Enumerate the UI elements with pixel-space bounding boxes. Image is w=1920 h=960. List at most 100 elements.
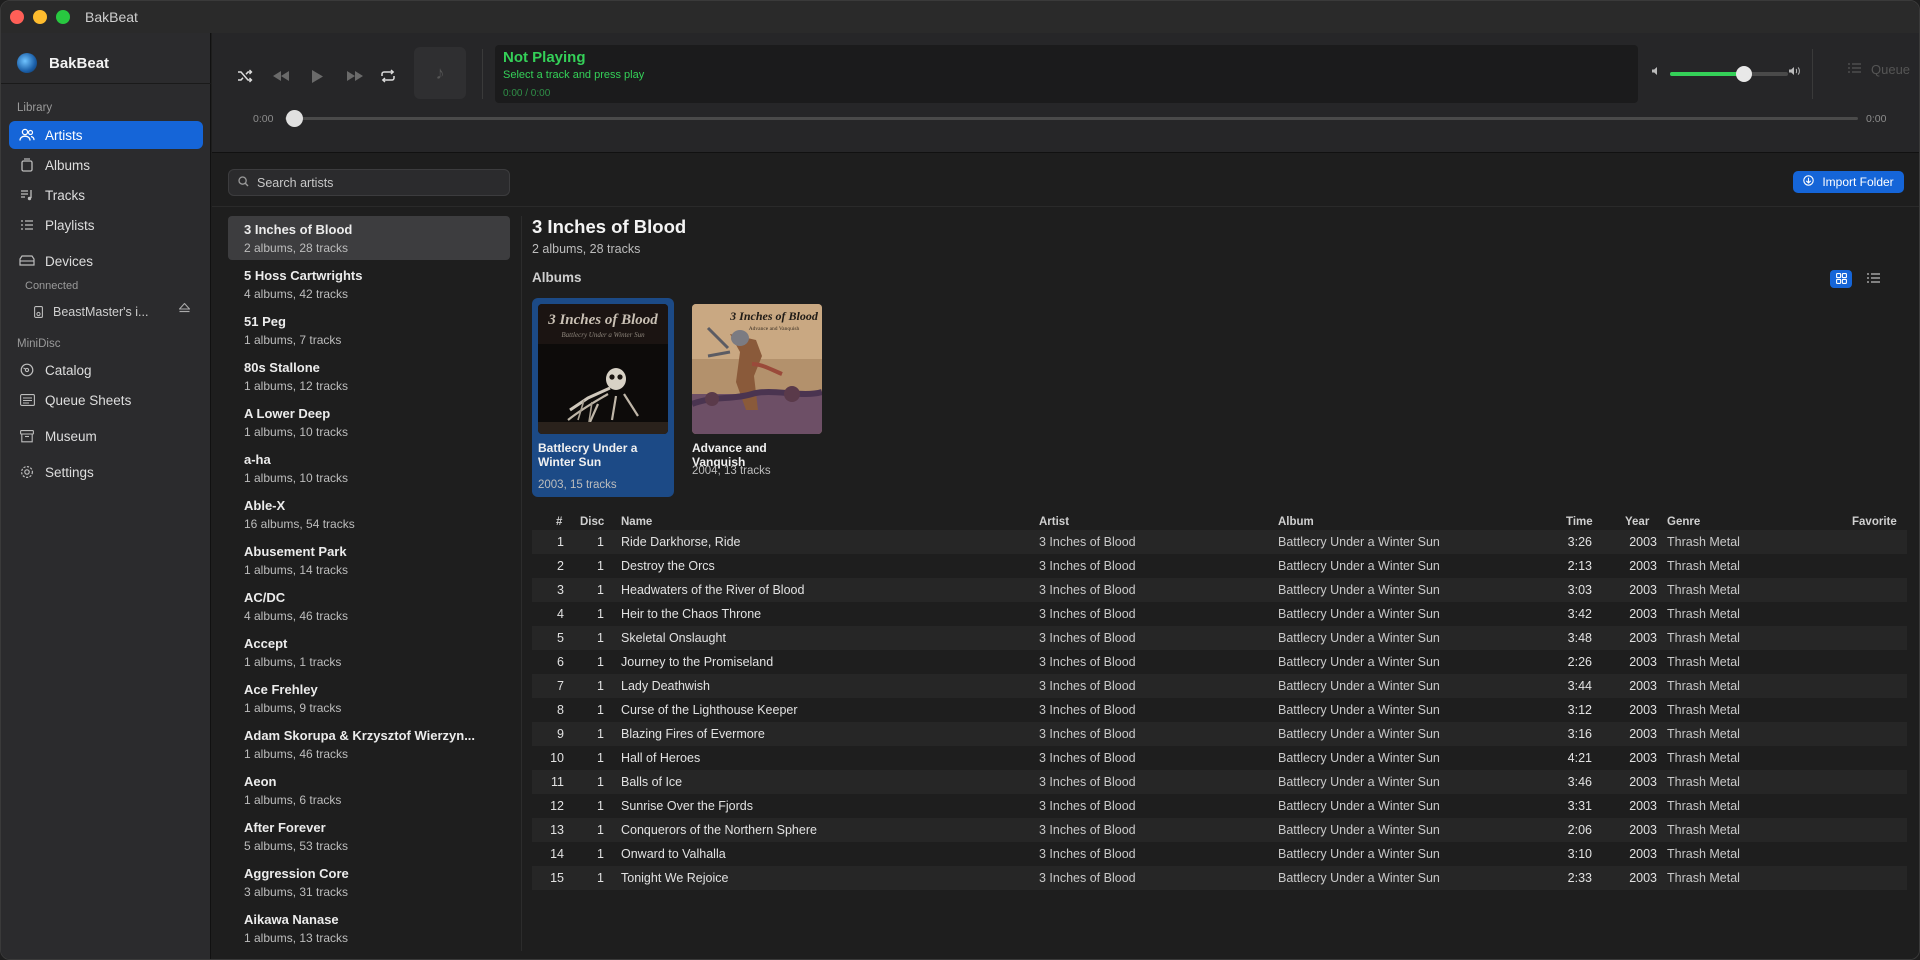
sidebar-item-tracks[interactable]: Tracks xyxy=(9,181,203,209)
sidebar-item-queue-sheets[interactable]: Queue Sheets xyxy=(9,386,203,414)
artist-row[interactable]: A Lower Deep 1 albums, 10 tracks xyxy=(228,400,510,444)
artist-row[interactable]: 3 Inches of Blood 2 albums, 28 tracks xyxy=(228,216,510,260)
play-button[interactable] xyxy=(304,63,330,89)
column-header-number[interactable]: # xyxy=(556,516,562,528)
seek-bar[interactable] xyxy=(285,117,1858,120)
track-year: 2003 xyxy=(1629,535,1657,549)
track-genre: Thrash Metal xyxy=(1667,871,1740,885)
artist-row[interactable]: Aggression Core 3 albums, 31 tracks xyxy=(228,860,510,904)
artist-row[interactable]: a-ha 1 albums, 10 tracks xyxy=(228,446,510,490)
player-divider xyxy=(482,49,483,99)
track-year: 2003 xyxy=(1629,703,1657,717)
table-row[interactable]: 12 1 Sunrise Over the Fjords 3 Inches of Bl… xyxy=(532,794,1907,818)
minimize-window-button[interactable] xyxy=(33,10,47,24)
pane-divider[interactable] xyxy=(521,216,522,951)
eject-icon[interactable] xyxy=(178,302,191,316)
connected-device[interactable]: BeastMaster's i... xyxy=(33,302,193,322)
table-row[interactable]: 1 1 Ride Darkhorse, Ride 3 Inches of Blood B… xyxy=(532,530,1907,554)
sidebar-item-albums[interactable]: Albums xyxy=(9,151,203,179)
track-name: Heir to the Chaos Throne xyxy=(621,607,762,621)
artist-row[interactable]: Accept 1 albums, 1 tracks xyxy=(228,630,510,674)
track-album: Battlecry Under a Winter Sun xyxy=(1278,823,1440,837)
app-logo-icon xyxy=(17,53,37,73)
artist-row[interactable]: Adam Skorupa & Krzysztof Wierzyn... 1 alb… xyxy=(228,722,510,766)
artist-row[interactable]: Ace Frehley 1 albums, 9 tracks xyxy=(228,676,510,720)
artist-name: Aeon xyxy=(244,774,277,789)
search-field[interactable] xyxy=(228,169,510,196)
search-icon xyxy=(238,175,249,190)
artist-row[interactable]: Aikawa Nanase 1 albums, 13 tracks xyxy=(228,906,510,950)
table-row[interactable]: 6 1 Journey to the Promiseland 3 Inches of … xyxy=(532,650,1907,674)
track-artist: 3 Inches of Blood xyxy=(1039,751,1136,765)
track-disc: 1 xyxy=(597,871,604,885)
column-header-album[interactable]: Album xyxy=(1278,516,1314,528)
queue-button[interactable]: Queue xyxy=(1828,45,1919,93)
column-header-genre[interactable]: Genre xyxy=(1667,516,1700,528)
table-row[interactable]: 10 1 Hall of Heroes 3 Inches of Blood Battle… xyxy=(532,746,1907,770)
seek-knob[interactable] xyxy=(286,110,303,127)
volume-slider[interactable] xyxy=(1670,72,1788,76)
column-header-time[interactable]: Time xyxy=(1566,516,1593,528)
artist-name: Accept xyxy=(244,636,288,651)
import-folder-label: Import Folder xyxy=(1822,175,1894,189)
close-window-button[interactable] xyxy=(10,10,24,24)
column-header-disc[interactable]: Disc xyxy=(580,516,604,528)
column-header-favorite[interactable]: Favorite xyxy=(1852,516,1897,528)
table-row[interactable]: 5 1 Skeletal Onslaught 3 Inches of Blood Bat… xyxy=(532,626,1907,650)
table-row[interactable]: 2 1 Destroy the Orcs 3 Inches of Blood Battl… xyxy=(532,554,1907,578)
sidebar-item-catalog[interactable]: Catalog xyxy=(9,356,203,384)
track-genre: Thrash Metal xyxy=(1667,679,1740,693)
table-row[interactable]: 15 1 Tonight We Rejoice 3 Inches of Blood Ba… xyxy=(532,866,1907,890)
track-name: Hall of Heroes xyxy=(621,751,701,765)
artist-row[interactable]: Able-X 16 albums, 54 tracks xyxy=(228,492,510,536)
sidebar-item-artists[interactable]: Artists xyxy=(9,121,203,149)
album-card[interactable]: 3 Inches of Blood Battlecry Under a Wint… xyxy=(532,298,674,497)
artist-row[interactable]: 51 Peg 1 albums, 7 tracks xyxy=(228,308,510,352)
import-folder-button[interactable]: Import Folder xyxy=(1793,171,1904,193)
track-artist: 3 Inches of Blood xyxy=(1039,535,1136,549)
shuffle-button[interactable] xyxy=(232,63,258,89)
table-row[interactable]: 9 1 Blazing Fires of Evermore 3 Inches of B… xyxy=(532,722,1907,746)
previous-track-button[interactable] xyxy=(268,63,294,89)
grid-view-button[interactable] xyxy=(1830,270,1852,288)
artist-row[interactable]: AC/DC 4 albums, 46 tracks xyxy=(228,584,510,628)
repeat-button[interactable] xyxy=(375,63,401,89)
artist-row[interactable]: After Forever 5 albums, 53 tracks xyxy=(228,814,510,858)
artist-row[interactable]: Abusement Park 1 albums, 14 tracks xyxy=(228,538,510,582)
table-row[interactable]: 7 1 Lady Deathwish 3 Inches of Blood Battlec… xyxy=(532,674,1907,698)
album-cover: 3 Inches of Blood Battlecry Under a Wint… xyxy=(538,304,668,434)
album-card[interactable]: 3 Inches of Blood Advance and Vanquish A… xyxy=(686,298,828,497)
sidebar-item-playlists[interactable]: Playlists xyxy=(9,211,203,239)
track-year: 2003 xyxy=(1629,631,1657,645)
sidebar-item-museum[interactable]: Museum xyxy=(9,422,203,450)
artist-row[interactable]: 80s Stallone 1 albums, 12 tracks xyxy=(228,354,510,398)
artist-row[interactable]: Aeon 1 albums, 6 tracks xyxy=(228,768,510,812)
volume-low-icon xyxy=(1651,66,1661,79)
table-row[interactable]: 11 1 Balls of Ice 3 Inches of Blood Battlecr… xyxy=(532,770,1907,794)
search-input[interactable] xyxy=(257,175,497,190)
brand-name: BakBeat xyxy=(49,54,110,72)
table-row[interactable]: 8 1 Curse of the Lighthouse Keeper 3 Inches… xyxy=(532,698,1907,722)
artist-row[interactable]: 5 Hoss Cartwrights 4 albums, 42 tracks xyxy=(228,262,510,306)
table-row[interactable]: 13 1 Conquerors of the Northern Sphere 3 In… xyxy=(532,818,1907,842)
toolbar-divider xyxy=(212,206,1919,207)
volume-knob[interactable] xyxy=(1736,66,1753,82)
column-header-artist[interactable]: Artist xyxy=(1039,516,1069,528)
table-row[interactable]: 14 1 Onward to Valhalla 3 Inches of Blood Ba… xyxy=(532,842,1907,866)
zoom-window-button[interactable] xyxy=(56,10,70,24)
sidebar-item-label: Tracks xyxy=(45,187,85,203)
track-time: 2:26 xyxy=(1567,655,1592,669)
sidebar-item-devices[interactable]: Devices xyxy=(9,247,203,275)
sidebar-item-settings[interactable]: Settings xyxy=(9,458,203,486)
track-name: Curse of the Lighthouse Keeper xyxy=(621,703,798,717)
list-view-button[interactable] xyxy=(1862,270,1884,288)
track-disc: 1 xyxy=(597,823,604,837)
track-album: Battlecry Under a Winter Sun xyxy=(1278,847,1440,861)
artist-name: A Lower Deep xyxy=(244,406,331,421)
next-track-button[interactable] xyxy=(342,63,368,89)
column-header-name[interactable]: Name xyxy=(621,516,652,528)
column-header-year[interactable]: Year xyxy=(1625,516,1649,528)
track-time: 3:44 xyxy=(1567,679,1592,693)
table-row[interactable]: 4 1 Heir to the Chaos Throne 3 Inches of Bl… xyxy=(532,602,1907,626)
table-row[interactable]: 3 1 Headwaters of the River of Blood 3 Inch… xyxy=(532,578,1907,602)
